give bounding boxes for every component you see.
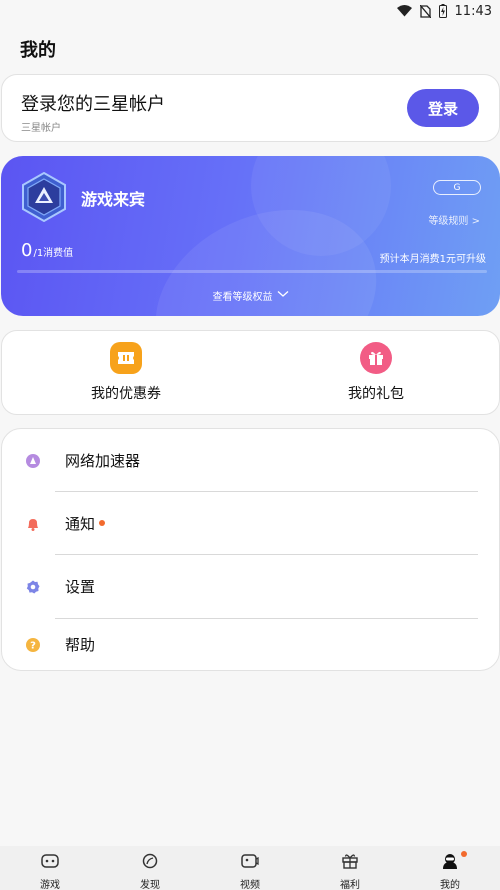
status-time: 11:43 — [454, 3, 492, 19]
video-icon — [241, 853, 259, 873]
nav-label: 视频 — [240, 880, 260, 890]
membership-level-card: 游戏来宾 G 等级规则 > 0 /1消费值 预计本月消费1元可升级 查看等级权益 — [1, 156, 500, 316]
gamepad-icon — [41, 853, 59, 873]
bell-icon — [26, 516, 40, 531]
menu-label: 网络加速器 — [65, 451, 141, 470]
svg-text:?: ? — [30, 641, 36, 652]
no-sim-icon — [419, 4, 431, 18]
points-unit: /1消费值 — [33, 248, 74, 259]
profile-icon — [441, 853, 459, 873]
ticket-icon — [110, 342, 142, 374]
nav-item-video[interactable]: 视频 — [200, 846, 300, 890]
gift-box-icon — [341, 853, 359, 873]
points-display: 0 /1消费值 — [21, 240, 73, 261]
upgrade-hint: 预计本月消费1元可升级 — [379, 254, 486, 265]
nav-item-benefits[interactable]: 福利 — [300, 846, 400, 890]
level-grade-badge: G — [433, 180, 481, 195]
settings-menu-card: 网络加速器 通知 设置 ? 帮助 — [1, 428, 500, 671]
login-button[interactable]: 登录 — [407, 89, 479, 127]
divider — [55, 491, 478, 492]
profile-badge — [461, 851, 467, 857]
notifications-label: 通知 — [65, 514, 96, 533]
menu-item-settings[interactable]: 设置 — [2, 561, 499, 611]
divider — [55, 554, 478, 555]
menu-label: 通知 — [65, 513, 106, 534]
menu-item-notifications[interactable]: 通知 — [2, 498, 499, 548]
menu-item-help[interactable]: ? 帮助 — [2, 619, 499, 669]
account-subtitle: 三星帐户 — [21, 123, 61, 134]
gear-icon — [26, 579, 40, 594]
nav-label: 我的 — [440, 880, 460, 890]
level-name: 游戏来宾 — [81, 190, 146, 209]
my-gifts-button[interactable]: 我的礼包 — [276, 342, 476, 404]
coupons-label: 我的优惠券 — [91, 386, 161, 402]
discover-icon — [141, 853, 159, 873]
battery-charging-icon — [438, 4, 447, 18]
chevron-down-icon — [277, 290, 289, 301]
menu-item-accelerator[interactable]: 网络加速器 — [2, 435, 499, 485]
view-benefits-link[interactable]: 查看等级权益 — [1, 288, 500, 303]
level-badge-icon — [21, 171, 67, 223]
account-title: 登录您的三星帐户 — [21, 94, 165, 115]
level-rules-link[interactable]: 等级规则 > — [428, 212, 480, 227]
status-bar: 11:43 — [0, 0, 500, 22]
page-title: 我的 — [20, 40, 56, 61]
menu-label: 帮助 — [65, 635, 96, 654]
menu-label: 设置 — [65, 577, 96, 596]
wifi-icon — [396, 5, 412, 17]
nav-item-profile[interactable]: 我的 — [400, 846, 500, 890]
my-coupons-button[interactable]: 我的优惠券 — [26, 342, 226, 404]
points-value: 0 — [21, 240, 33, 261]
gift-icon — [360, 342, 392, 374]
gifts-label: 我的礼包 — [348, 386, 404, 402]
bottom-navigation: 游戏 发现 视频 福利 我的 — [0, 846, 500, 890]
account-card[interactable]: 登录您的三星帐户 三星帐户 登录 — [1, 74, 500, 142]
shortcut-card: 我的优惠券 我的礼包 — [1, 330, 500, 415]
nav-label: 游戏 — [40, 880, 60, 890]
nav-label: 福利 — [340, 880, 360, 890]
benefits-label: 查看等级权益 — [212, 292, 273, 303]
help-icon: ? — [26, 637, 40, 652]
nav-label: 发现 — [140, 880, 160, 890]
nav-item-discover[interactable]: 发现 — [100, 846, 200, 890]
level-progress-bar — [17, 270, 487, 273]
notification-badge — [99, 520, 106, 526]
accelerator-icon — [26, 453, 40, 468]
nav-item-games[interactable]: 游戏 — [0, 846, 100, 890]
